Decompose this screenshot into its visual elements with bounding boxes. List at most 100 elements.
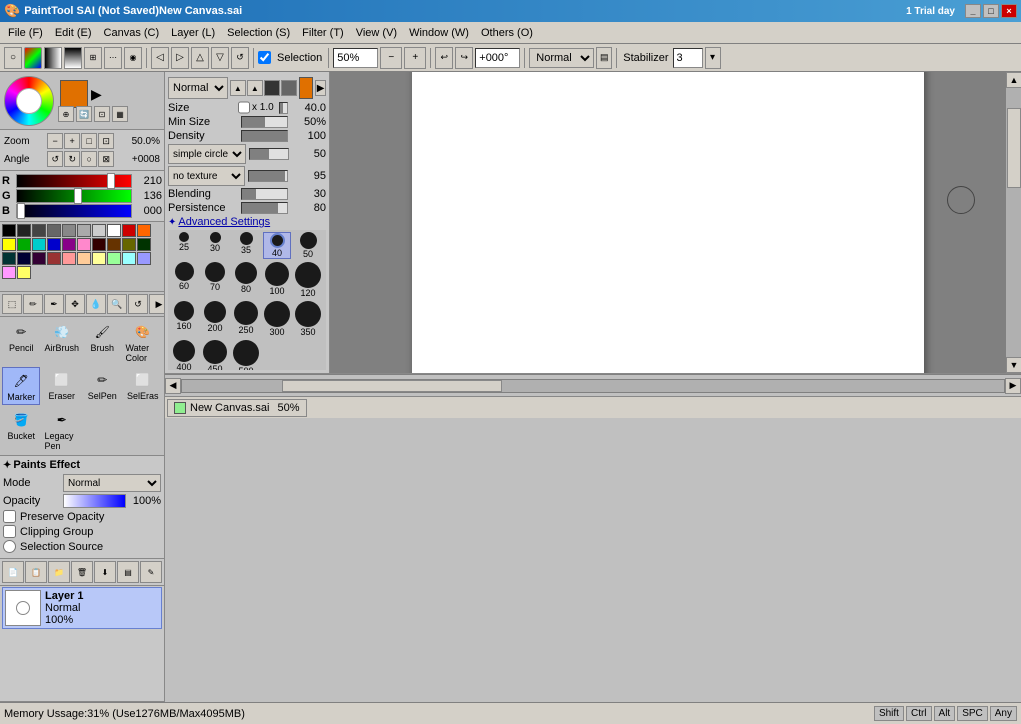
tool-zoom-in[interactable]: 🔍	[107, 294, 127, 314]
dot-50[interactable]: 50	[294, 232, 322, 259]
tool-move[interactable]: ✥	[65, 294, 85, 314]
angle-btn-2[interactable]: ↻	[64, 151, 80, 167]
palette-d7[interactable]	[32, 252, 46, 265]
palette-yellow[interactable]	[2, 238, 16, 251]
canvas-area[interactable]	[330, 72, 1005, 373]
dot-25[interactable]: 25	[170, 232, 198, 259]
menu-selection[interactable]: Selection (S)	[221, 25, 296, 41]
preserve-opacity-checkbox[interactable]	[3, 510, 16, 523]
palette-dark3[interactable]	[47, 224, 61, 237]
color-ctrl-3[interactable]: ⊡	[94, 106, 110, 122]
tool-select-magic[interactable]: ✒	[44, 294, 64, 314]
angle-btn-4[interactable]: ⊠	[98, 151, 114, 167]
menu-edit[interactable]: Edit (E)	[49, 25, 98, 41]
selection-checkbox[interactable]	[258, 51, 271, 64]
palette-e8[interactable]	[17, 266, 31, 279]
angle-btn-3[interactable]: ○	[81, 151, 97, 167]
palette-d4[interactable]	[137, 238, 151, 251]
palette-d3[interactable]	[122, 238, 136, 251]
density-bar[interactable]	[241, 130, 288, 142]
drawing-canvas[interactable]	[412, 72, 924, 373]
palette-blue[interactable]	[47, 238, 61, 251]
tool-gradient2[interactable]	[64, 47, 82, 69]
palette-orange[interactable]	[137, 224, 151, 237]
menu-filter[interactable]: Filter (T)	[296, 25, 350, 41]
dot-100[interactable]: 100	[263, 262, 291, 298]
maximize-button[interactable]: □	[983, 4, 999, 18]
palette-d1[interactable]	[92, 238, 106, 251]
g-thumb[interactable]	[74, 188, 82, 204]
dot-500[interactable]: 500	[232, 340, 260, 370]
key-spc[interactable]: SPC	[957, 706, 988, 721]
layer-extra2[interactable]: ✎	[140, 561, 162, 583]
angle-btn-1[interactable]: ↺	[47, 151, 63, 167]
texture-select[interactable]: no texture	[168, 166, 245, 186]
key-shift[interactable]: Shift	[874, 706, 904, 721]
palette-e7[interactable]	[2, 266, 16, 279]
tool-left[interactable]: ◁	[151, 47, 169, 69]
scroll-up-btn[interactable]: ▲	[1006, 72, 1021, 88]
palette-e2[interactable]	[77, 252, 91, 265]
scroll-thumb-h[interactable]	[282, 380, 502, 392]
zoom-input[interactable]	[333, 48, 378, 68]
zoom-minus[interactable]: −	[380, 47, 402, 69]
tool-rotate[interactable]: ↺	[128, 294, 148, 314]
dot-80[interactable]: 80	[232, 262, 260, 298]
color-ctrl-2[interactable]: 🔄	[76, 106, 92, 122]
opacity-bar[interactable]	[63, 494, 126, 508]
layer-extra1[interactable]: ▤	[117, 561, 139, 583]
palette-d5[interactable]	[2, 252, 16, 265]
scroll-thumb-v[interactable]	[1007, 108, 1021, 188]
tool-extra[interactable]: ▶	[149, 294, 165, 314]
angle-input[interactable]	[475, 48, 520, 68]
size-bar[interactable]	[279, 102, 288, 114]
zoom-btn-1[interactable]: −	[47, 133, 63, 149]
tool-right[interactable]: ▷	[171, 47, 189, 69]
brush-mode-select[interactable]: Normal	[168, 77, 228, 99]
palette-pink[interactable]	[77, 238, 91, 251]
palette-e3[interactable]	[92, 252, 106, 265]
r-thumb[interactable]	[107, 173, 115, 189]
brush-water[interactable]: 🎨 Water Color	[124, 319, 163, 365]
palette-purple[interactable]	[62, 238, 76, 251]
brush-selpen[interactable]: ✏ SelPen	[83, 367, 122, 405]
normal-btn-extra[interactable]: ▤	[596, 47, 612, 69]
layer-delete[interactable]: 🗑	[71, 561, 93, 583]
b-slider[interactable]	[16, 204, 132, 218]
tool-circle[interactable]: ◉	[124, 47, 142, 69]
menu-file[interactable]: File (F)	[2, 25, 49, 41]
palette-white[interactable]	[107, 224, 121, 237]
tool-grid[interactable]: ⊞	[84, 47, 102, 69]
dot-450[interactable]: 450	[201, 340, 229, 370]
palette-black[interactable]	[2, 224, 16, 237]
dot-30[interactable]: 30	[201, 232, 229, 259]
palette-dark2[interactable]	[32, 224, 46, 237]
size-checkbox[interactable]	[238, 101, 250, 114]
dot-300[interactable]: 300	[263, 301, 291, 337]
palette-e6[interactable]	[137, 252, 151, 265]
menu-others[interactable]: Others (O)	[475, 25, 539, 41]
palette-dark1[interactable]	[17, 224, 31, 237]
persistence-bar[interactable]	[241, 202, 288, 214]
brush-brush[interactable]: 🖌 Brush	[83, 319, 122, 365]
zoom-btn-2[interactable]: +	[64, 133, 80, 149]
color-swatch-small[interactable]	[299, 77, 313, 99]
palette-d8[interactable]	[47, 252, 61, 265]
dot-70[interactable]: 70	[201, 262, 229, 298]
layer-folder[interactable]: 📁	[48, 561, 70, 583]
menu-window[interactable]: Window (W)	[403, 25, 475, 41]
min-size-bar[interactable]	[241, 116, 288, 128]
layer-new[interactable]: 📄	[2, 561, 24, 583]
shape-select[interactable]: simple circle	[168, 144, 246, 164]
layer-copy[interactable]: 📋	[25, 561, 47, 583]
rotate-right[interactable]: ↪	[455, 47, 473, 69]
color-ctrl-4[interactable]: ▦	[112, 106, 128, 122]
menu-canvas[interactable]: Canvas (C)	[98, 25, 166, 41]
tool-down[interactable]: ▽	[211, 47, 229, 69]
tool-eyedrop[interactable]: 💧	[86, 294, 106, 314]
stabilizer-dropdown[interactable]: ▾	[705, 47, 721, 69]
brush-airbrush[interactable]: 💨 AirBrush	[42, 319, 81, 365]
blending-bar[interactable]	[241, 188, 288, 200]
color-swatch[interactable]	[60, 80, 88, 108]
tri-btn-2[interactable]: ▲	[247, 80, 263, 96]
